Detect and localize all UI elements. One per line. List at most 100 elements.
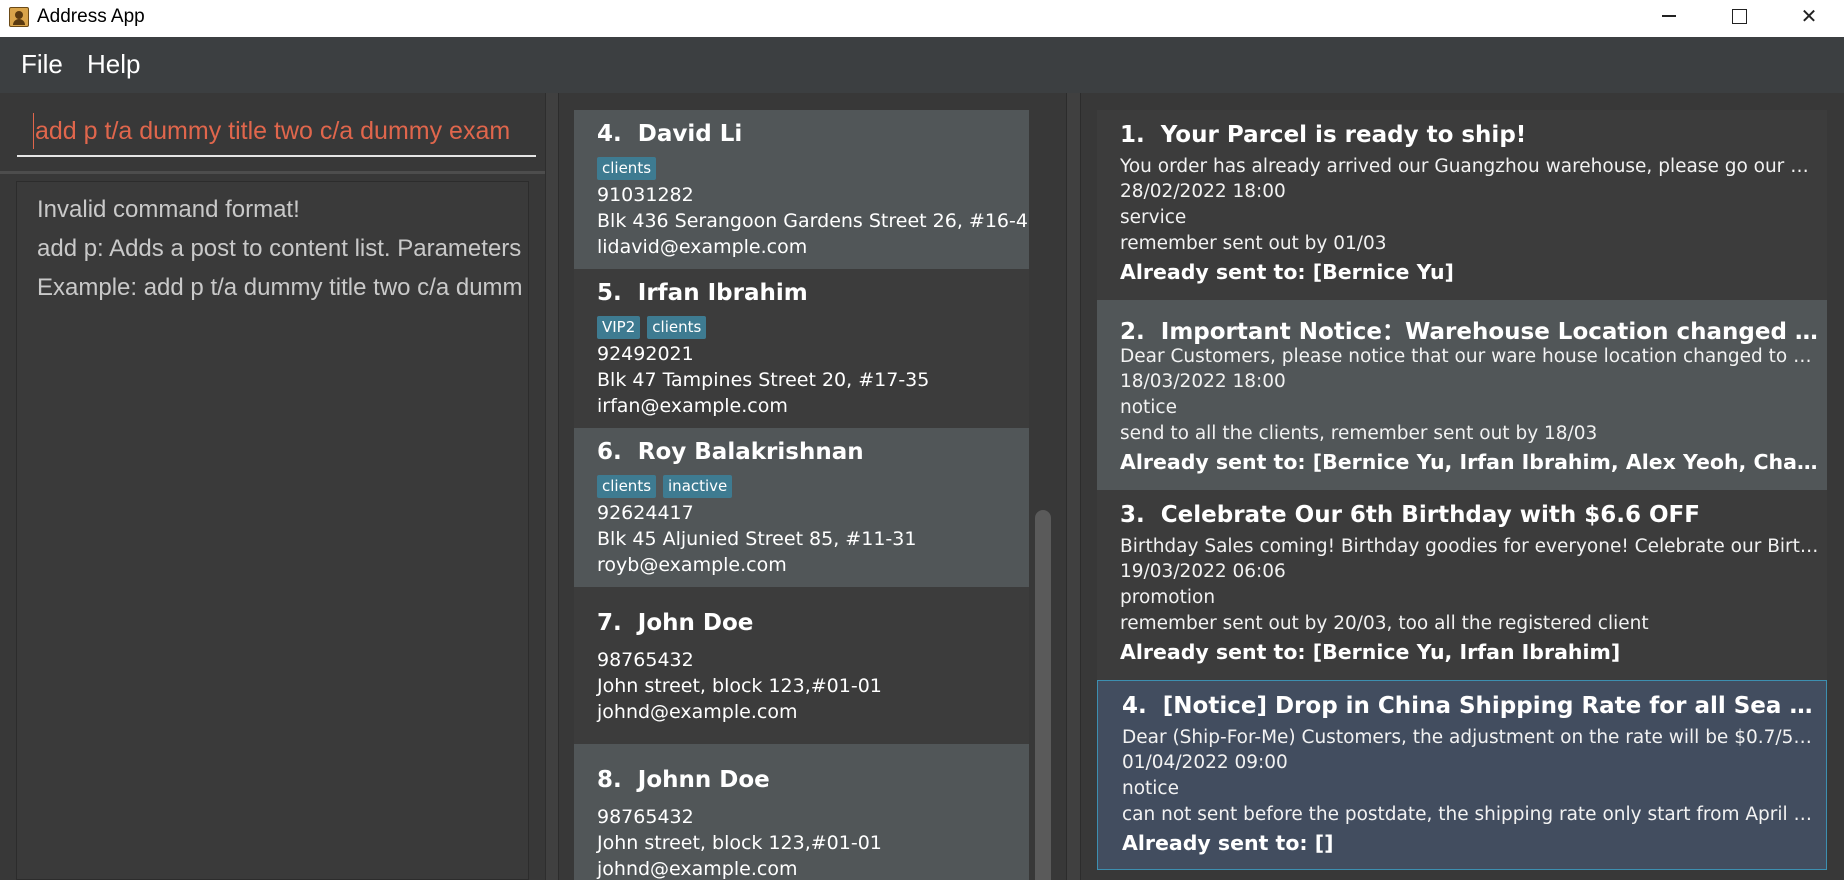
post-card[interactable]: 3. Celebrate Our 6th Birthday with $6.6 … <box>1097 490 1827 680</box>
post-sent-to: Already sent to: [Bernice Yu, Irfan Ibra… <box>1120 640 1621 664</box>
post-content: Birthday Sales coming! Birthday goodies … <box>1120 536 1820 557</box>
tag: inactive <box>663 475 733 498</box>
command-separator <box>0 171 545 174</box>
post-category: service <box>1120 207 1187 228</box>
person-phone: 91031282 <box>597 184 694 206</box>
result-line: Example: add p t/a dummy title two c/a d… <box>37 274 523 301</box>
split-divider-left[interactable] <box>545 93 558 880</box>
person-email: royb@example.com <box>597 554 787 576</box>
command-input[interactable]: add p t/a dummy title two c/a dummy exam <box>17 108 536 157</box>
result-line: add p: Adds a post to content list. Para… <box>37 235 522 262</box>
post-index: 2. <box>1120 319 1145 345</box>
command-pane: add p t/a dummy title two c/a dummy exam… <box>0 93 545 880</box>
tag-list: VIP2 clients <box>597 316 707 339</box>
person-name: 4. David Li <box>597 121 742 147</box>
post-date: 01/04/2022 09:00 <box>1122 752 1288 773</box>
post-list-pane: 1. Your Parcel is ready to ship! You ord… <box>1080 93 1844 880</box>
person-name-text: Irfan Ibrahim <box>637 280 808 306</box>
tag-list: clients <box>597 157 657 180</box>
post-card[interactable]: 2. Important Notice：Warehouse Location c… <box>1097 300 1827 490</box>
post-card[interactable]: 1. Your Parcel is ready to ship! You ord… <box>1097 110 1827 300</box>
person-phone: 98765432 <box>597 649 694 671</box>
command-input-value: add p t/a dummy title two c/a dummy exam <box>35 117 511 145</box>
result-line: Invalid command format! <box>37 196 300 223</box>
tag-list: clients inactive <box>597 475 733 498</box>
person-name-text: Roy Balakrishnan <box>637 439 864 465</box>
title-bar: Address App ✕ <box>0 0 1844 37</box>
post-title: 3. Celebrate Our 6th Birthday with $6.6 … <box>1120 502 1820 528</box>
person-name: 8. Johnn Doe <box>597 767 770 793</box>
person-card[interactable]: 8. Johnn Doe 98765432 John street, block… <box>574 744 1029 880</box>
post-note: can not sent before the postdate, the sh… <box>1122 804 1822 825</box>
person-list-scrollbar[interactable] <box>1033 93 1053 880</box>
post-index: 4. <box>1122 693 1147 719</box>
post-title: 2. Important Notice：Warehouse Location c… <box>1120 312 1820 346</box>
menu-bar: File Help <box>0 37 1844 91</box>
person-card[interactable]: 7. John Doe 98765432 John street, block … <box>574 587 1029 744</box>
person-address: John street, block 123,#01-01 <box>597 675 882 697</box>
post-sent-to: Already sent to: [Bernice Yu, Irfan Ibra… <box>1120 450 1820 474</box>
person-name: 5. Irfan Ibrahim <box>597 280 808 306</box>
post-sent-to: Already sent to: [Bernice Yu] <box>1120 260 1454 284</box>
post-title: 4. [Notice] Drop in China Shipping Rate … <box>1122 693 1822 719</box>
person-email: johnd@example.com <box>597 858 798 880</box>
post-content: Dear Customers, please notice that our w… <box>1120 346 1820 367</box>
post-index: 3. <box>1120 502 1145 528</box>
post-index: 1. <box>1120 122 1145 148</box>
post-content: Dear (Ship-For-Me) Customers, the adjust… <box>1122 727 1822 748</box>
person-email: johnd@example.com <box>597 701 798 723</box>
person-address: Blk 436 Serangoon Gardens Street 26, #16… <box>597 210 1029 232</box>
person-email: irfan@example.com <box>597 395 788 417</box>
post-note: send to all the clients, remember sent o… <box>1120 423 1598 444</box>
post-title-text: [Notice] Drop in China Shipping Rate for… <box>1162 693 1822 719</box>
result-display[interactable]: Invalid command format! add p: Adds a po… <box>16 181 529 880</box>
tag: clients <box>597 157 657 180</box>
person-index: 7. <box>597 610 622 636</box>
post-note: remember sent out by 20/03, too all the … <box>1120 613 1649 634</box>
post-card-selected[interactable]: 4. [Notice] Drop in China Shipping Rate … <box>1097 680 1827 870</box>
person-address: Blk 45 Aljunied Street 85, #11-31 <box>597 528 917 550</box>
scrollbar-thumb[interactable] <box>1035 510 1051 880</box>
person-index: 5. <box>597 280 622 306</box>
person-name: 6. Roy Balakrishnan <box>597 439 864 465</box>
person-phone: 98765432 <box>597 806 694 828</box>
window-title: Address App <box>37 6 145 27</box>
person-email: lidavid@example.com <box>597 236 808 258</box>
person-name-text: David Li <box>637 121 743 147</box>
person-name-text: Johnn Doe <box>637 767 770 793</box>
post-content: You order has already arrived our Guangz… <box>1120 156 1820 177</box>
person-address: Blk 47 Tampines Street 20, #17-35 <box>597 369 930 391</box>
post-title: 1. Your Parcel is ready to ship! <box>1120 122 1820 148</box>
split-divider-right[interactable] <box>1067 93 1080 880</box>
person-phone: 92624417 <box>597 502 694 524</box>
text-caret <box>33 113 34 149</box>
person-card[interactable]: 6. Roy Balakrishnan clients inactive 926… <box>574 428 1029 587</box>
post-date: 28/02/2022 18:00 <box>1120 181 1286 202</box>
post-title-text: Important Notice：Warehouse Location chan… <box>1160 319 1820 345</box>
post-category: notice <box>1120 397 1177 418</box>
person-index: 6. <box>597 439 622 465</box>
person-phone: 92492021 <box>597 343 694 365</box>
person-card[interactable]: 5. Irfan Ibrahim VIP2 clients 92492021 B… <box>574 269 1029 428</box>
post-sent-to: Already sent to: [] <box>1122 831 1334 855</box>
post-list[interactable]: 1. Your Parcel is ready to ship! You ord… <box>1097 110 1827 880</box>
tag: clients <box>647 316 707 339</box>
person-list[interactable]: 4. David Li clients 91031282 Blk 436 Ser… <box>574 110 1029 880</box>
person-list-pane: 4. David Li clients 91031282 Blk 436 Ser… <box>558 93 1067 880</box>
command-box: add p t/a dummy title two c/a dummy exam <box>6 93 543 171</box>
close-button[interactable]: ✕ <box>1774 0 1844 32</box>
person-card[interactable]: 4. David Li clients 91031282 Blk 436 Ser… <box>574 110 1029 269</box>
maximize-button[interactable] <box>1704 0 1774 32</box>
minimize-button[interactable] <box>1634 0 1704 32</box>
menu-file[interactable]: File <box>21 49 63 80</box>
person-address: John street, block 123,#01-01 <box>597 832 882 854</box>
post-category: promotion <box>1120 587 1216 608</box>
tag: clients <box>597 475 657 498</box>
address-book-icon <box>9 7 29 27</box>
menu-help[interactable]: Help <box>87 49 140 80</box>
post-date: 18/03/2022 18:00 <box>1120 371 1286 392</box>
tag: VIP2 <box>597 316 641 339</box>
person-name: 7. John Doe <box>597 610 753 636</box>
post-title-text: Celebrate Our 6th Birthday with $6.6 OFF <box>1160 502 1700 528</box>
minimize-icon <box>1662 15 1676 17</box>
